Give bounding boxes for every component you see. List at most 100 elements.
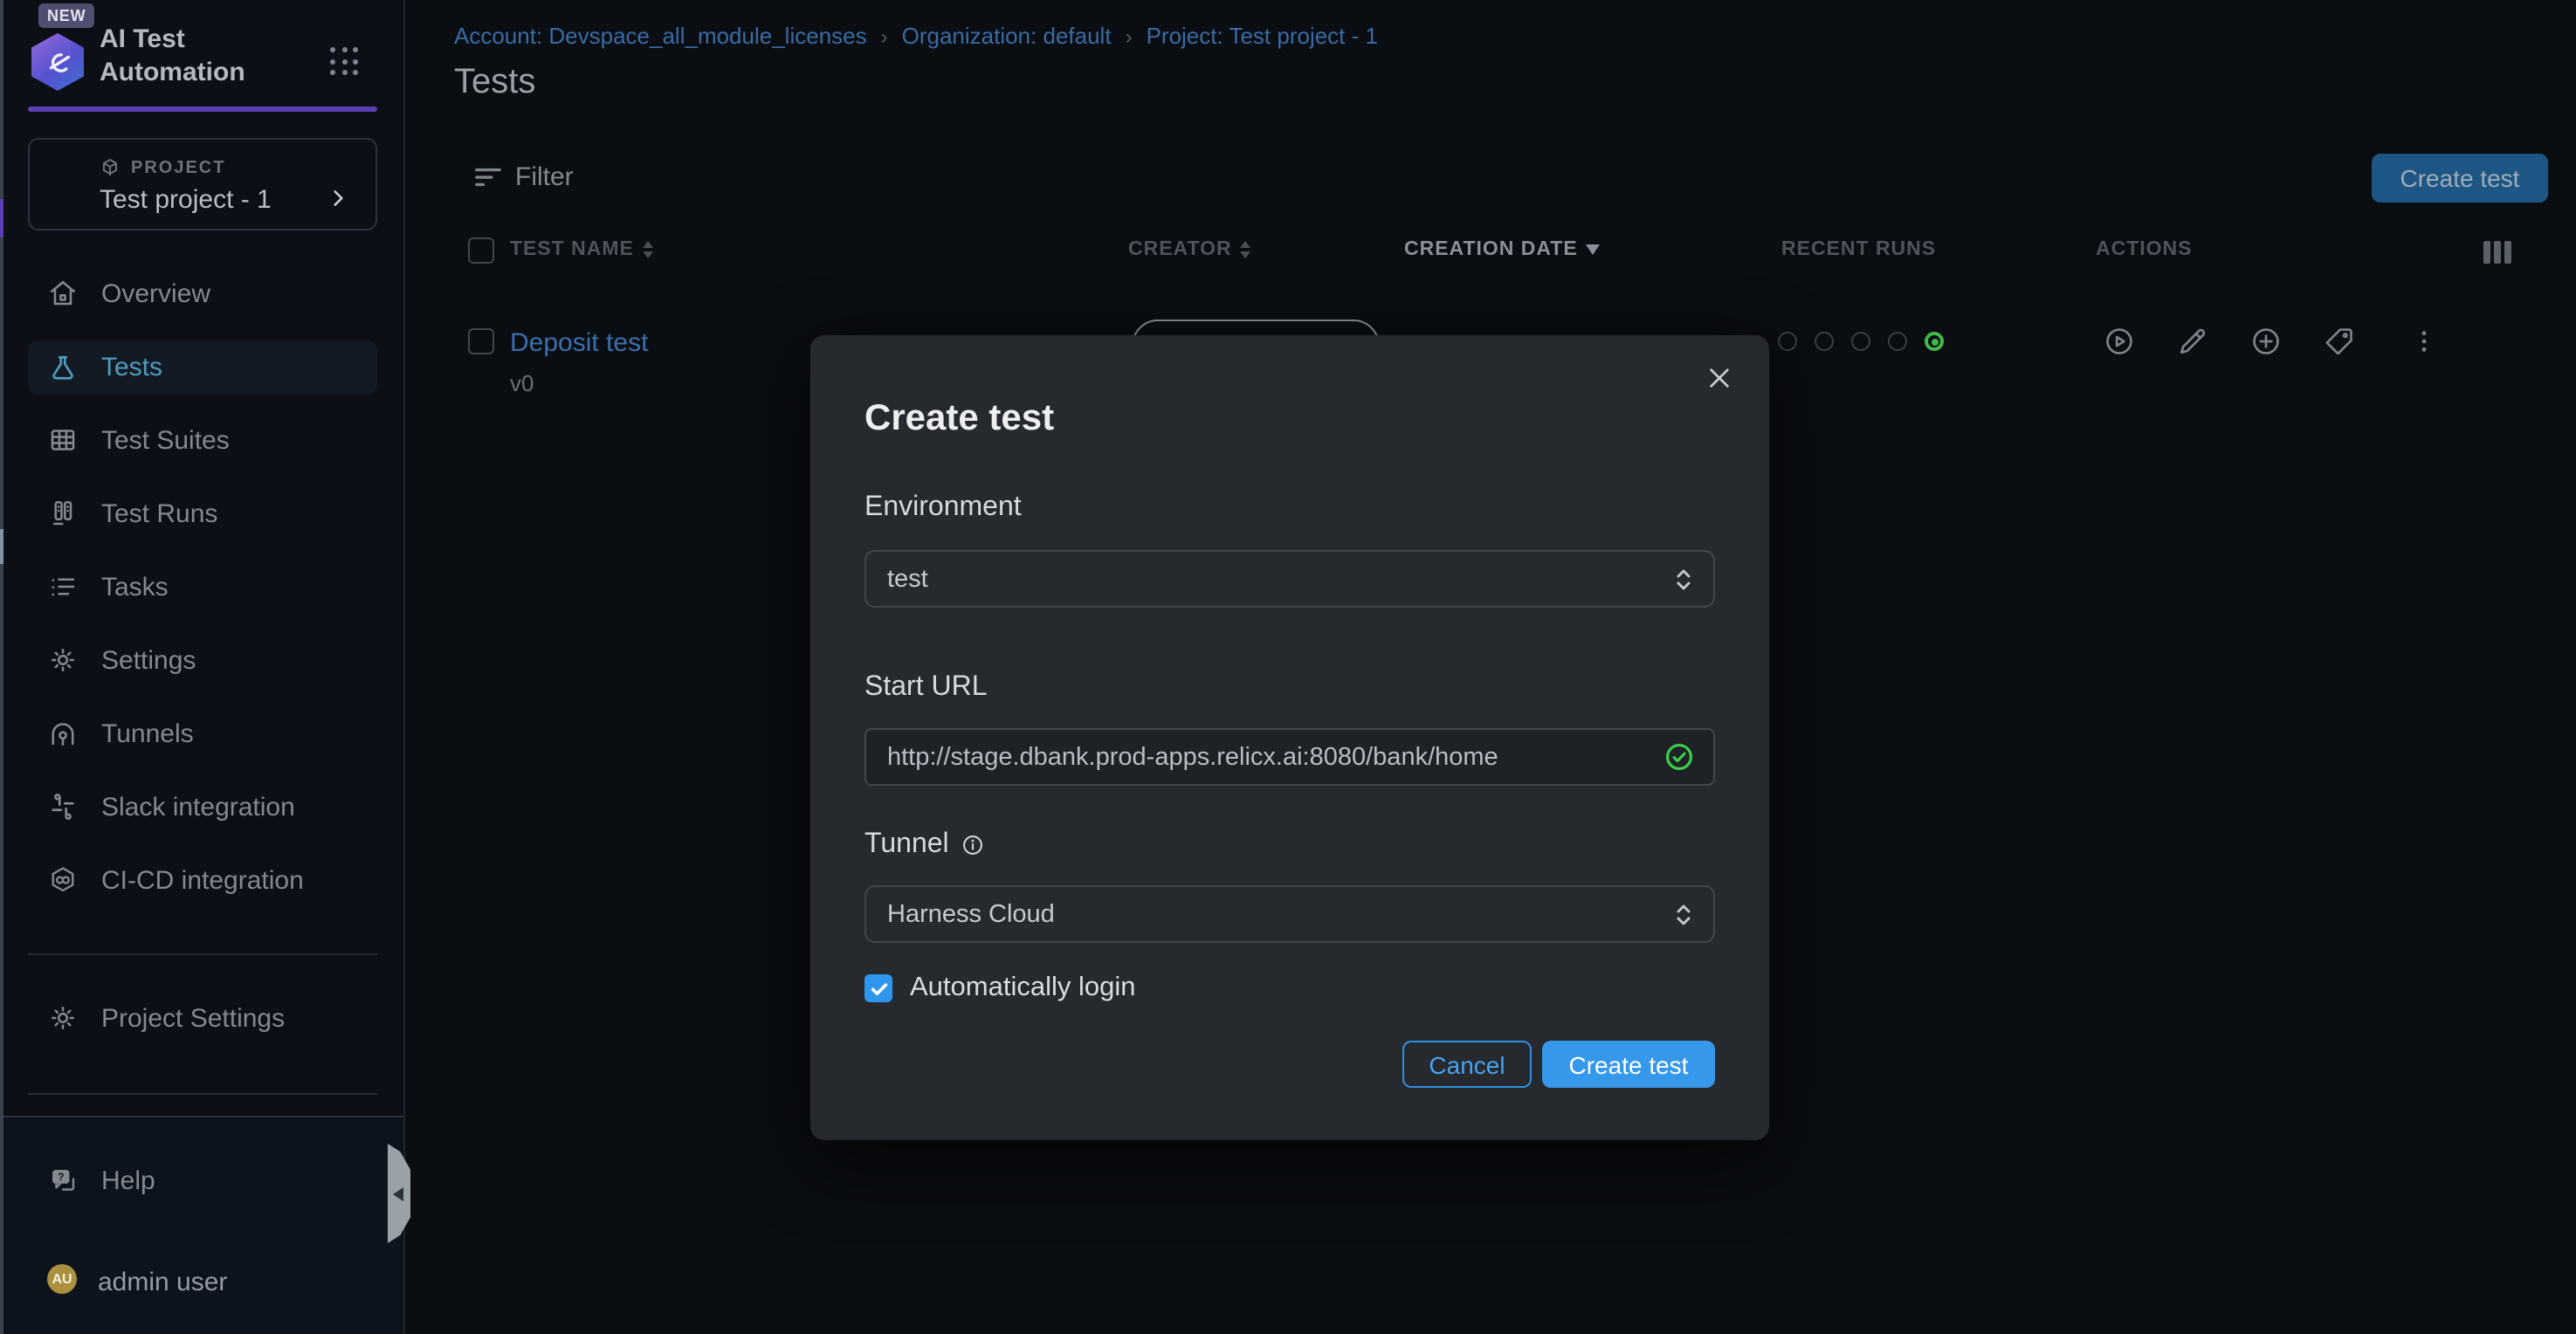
- sidebar-item-tasks[interactable]: Tasks: [28, 560, 377, 614]
- page-title: Tests: [454, 63, 535, 103]
- sidebar-item-label: Tasks: [101, 572, 169, 602]
- help-chat-icon: ?: [47, 1165, 79, 1196]
- test-version: v0: [510, 370, 534, 396]
- project-selector-label: PROJECT: [131, 158, 225, 177]
- gear-icon: [47, 644, 79, 676]
- environment-select[interactable]: test: [864, 550, 1715, 608]
- breadcrumb-project[interactable]: Project: Test project - 1: [1147, 23, 1378, 49]
- sidebar-item-cicd-integration[interactable]: CI-CD integration: [28, 853, 377, 907]
- select-carets-icon: [1675, 900, 1692, 928]
- sidebar-divider: [28, 1093, 377, 1095]
- create-test-button[interactable]: Create test: [2372, 154, 2548, 203]
- environment-label: Environment: [864, 492, 1022, 524]
- cube-icon: [100, 157, 121, 178]
- tag-test-button[interactable]: [2323, 325, 2356, 358]
- sidebar-item-project-settings[interactable]: Project Settings: [28, 991, 377, 1045]
- more-actions-button[interactable]: [2410, 325, 2438, 358]
- recent-run-dot[interactable]: [1888, 332, 1907, 351]
- sidebar-collapse-handle[interactable]: [388, 1144, 410, 1243]
- slack-icon: [47, 791, 79, 822]
- select-all-checkbox[interactable]: [468, 237, 494, 264]
- sidebar-bottom-panel: [0, 1116, 403, 1334]
- create-test-modal: Create test Environment test Start URL h…: [810, 335, 1769, 1140]
- recent-run-dot[interactable]: [1851, 332, 1870, 351]
- sidebar-item-label: Test Suites: [101, 425, 230, 455]
- tunnel-icon: [47, 718, 79, 749]
- app-name: AI Test Automation: [100, 23, 245, 89]
- breadcrumb: Account: Devspace_all_module_licenses › …: [454, 23, 1378, 49]
- app-name-line1: AI Test: [100, 23, 245, 56]
- sidebar-item-tests[interactable]: Tests: [28, 340, 377, 395]
- close-icon[interactable]: [1705, 363, 1734, 393]
- tunnel-value: Harness Cloud: [887, 900, 1675, 928]
- select-carets-icon: [1675, 565, 1692, 593]
- grid-icon: [47, 424, 79, 456]
- sidebar: NEW AI Test Automation PROJECT Test proj…: [0, 0, 405, 1334]
- run-test-button[interactable]: [2103, 325, 2136, 358]
- sidebar-item-label: Tests: [101, 353, 162, 382]
- sidebar-item-test-runs[interactable]: Test Runs: [28, 486, 377, 540]
- recent-run-dot-success[interactable]: [1925, 332, 1944, 351]
- brand-divider: [28, 107, 377, 112]
- column-header-creation-date[interactable]: CREATION DATE: [1404, 239, 1601, 260]
- filter-button[interactable]: Filter: [475, 162, 574, 192]
- chevron-right-icon: [327, 187, 349, 210]
- app-screen: NEW AI Test Automation PROJECT Test proj…: [0, 0, 2576, 1334]
- list-icon: [47, 571, 79, 602]
- add-to-suite-button[interactable]: [2249, 325, 2283, 358]
- sidebar-item-overview[interactable]: Overview: [28, 266, 377, 320]
- edit-test-button[interactable]: [2176, 325, 2209, 358]
- recent-run-dot[interactable]: [1778, 332, 1797, 351]
- row-checkbox[interactable]: [468, 328, 494, 354]
- app-name-line2: Automation: [100, 56, 245, 89]
- start-url-input[interactable]: http://stage.dbank.prod-apps.relicx.ai:8…: [864, 728, 1715, 786]
- tag-icon: [2323, 325, 2356, 358]
- breadcrumb-organization[interactable]: Organization: default: [902, 23, 1112, 49]
- sidebar-scroll-accent: [0, 199, 3, 237]
- user-name[interactable]: admin user: [98, 1268, 227, 1297]
- tunnel-select[interactable]: Harness Cloud: [864, 885, 1715, 943]
- sidebar-item-label: Tunnels: [101, 719, 194, 748]
- app-switcher-icon[interactable]: [330, 47, 358, 75]
- sidebar-item-settings[interactable]: Settings: [28, 633, 377, 687]
- column-header-creator[interactable]: CREATOR: [1128, 239, 1251, 260]
- kebab-menu-icon: [2410, 325, 2438, 358]
- link-hexagon-icon: [47, 864, 79, 896]
- check-icon: [869, 979, 888, 998]
- sidebar-item-slack-integration[interactable]: Slack integration: [28, 780, 377, 834]
- auto-login-checkbox[interactable]: [864, 974, 892, 1002]
- project-selector[interactable]: PROJECT Test project - 1: [28, 138, 377, 230]
- app-logo: [31, 33, 84, 91]
- sidebar-item-label: Project Settings: [101, 1003, 285, 1033]
- avatar[interactable]: AU: [47, 1264, 77, 1294]
- tunnel-label: Tunnel: [864, 829, 986, 861]
- column-header-recent-runs: RECENT RUNS: [1781, 239, 1936, 260]
- sidebar-item-test-suites[interactable]: Test Suites: [28, 413, 377, 467]
- home-icon: [47, 278, 79, 309]
- filter-label: Filter: [515, 162, 574, 192]
- sidebar-item-label: CI-CD integration: [101, 865, 304, 895]
- test-runs-icon: [47, 498, 79, 529]
- sidebar-item-label: Settings: [101, 645, 196, 675]
- column-settings-icon[interactable]: [2483, 241, 2511, 264]
- recent-run-dot[interactable]: [1815, 332, 1834, 351]
- sort-icon: [1241, 241, 1251, 258]
- test-name-link[interactable]: Deposit test: [510, 328, 648, 358]
- sidebar-item-label: Help: [101, 1166, 155, 1195]
- project-selector-value: Test project - 1: [100, 185, 272, 215]
- environment-value: test: [887, 565, 1675, 593]
- sidebar-item-tunnels[interactable]: Tunnels: [28, 706, 377, 760]
- column-header-test-name[interactable]: TEST NAME: [510, 239, 653, 260]
- cancel-button[interactable]: Cancel: [1402, 1041, 1532, 1088]
- sidebar-item-label: Slack integration: [101, 792, 295, 822]
- sidebar-item-help[interactable]: ? Help: [28, 1153, 377, 1207]
- sort-icon: [643, 241, 653, 258]
- info-icon[interactable]: [961, 833, 986, 857]
- breadcrumb-separator: ›: [1126, 24, 1133, 48]
- modal-create-test-button[interactable]: Create test: [1542, 1041, 1715, 1088]
- logo-glyph-icon: [40, 45, 75, 79]
- sidebar-divider: [28, 953, 377, 955]
- breadcrumb-account[interactable]: Account: Devspace_all_module_licenses: [454, 23, 867, 49]
- valid-check-icon: [1663, 740, 1696, 774]
- sidebar-scrollbar-thumb[interactable]: [0, 529, 3, 564]
